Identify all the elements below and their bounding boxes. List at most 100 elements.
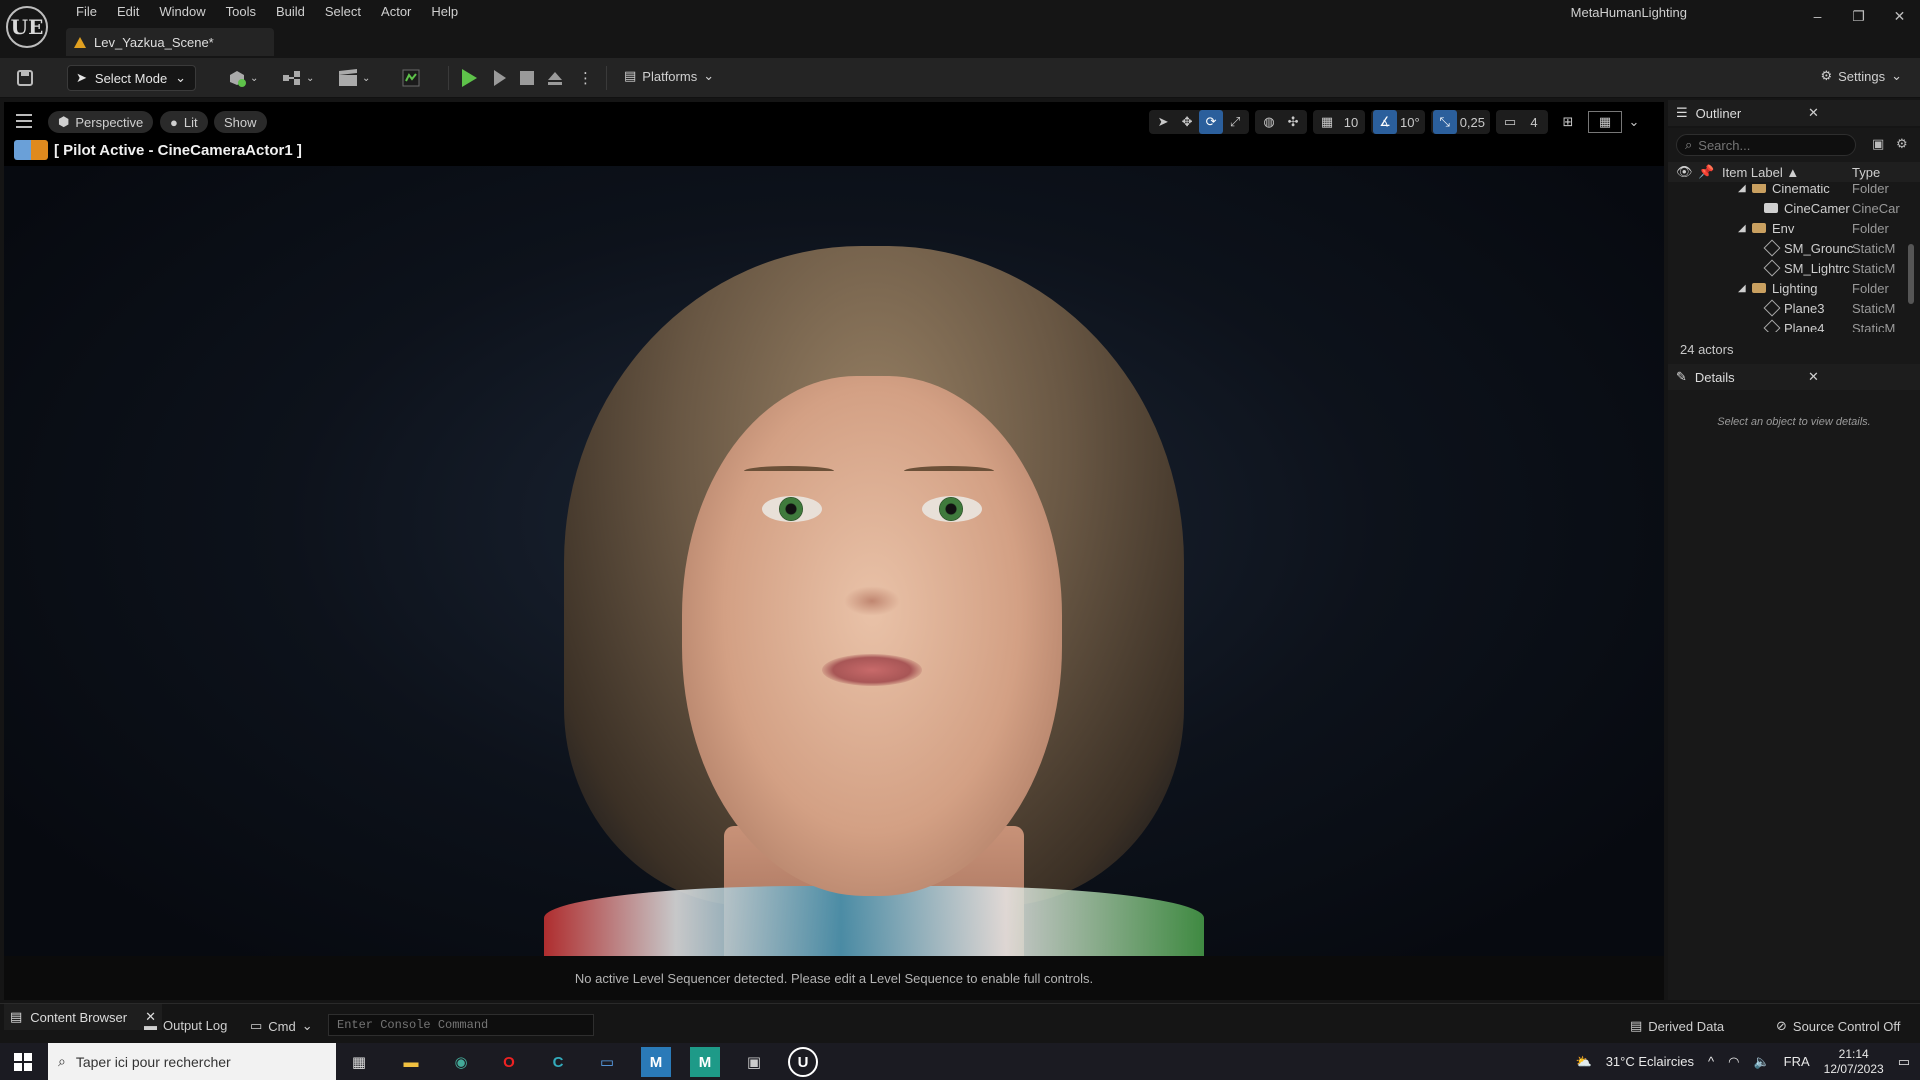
weather-label[interactable]: 31°C Eclaircies [1606,1054,1694,1069]
notification-icon[interactable]: ▭ [1898,1054,1910,1070]
pin-icon[interactable]: 📌 [1698,164,1714,180]
visibility-icon[interactable]: 👁 [1676,164,1693,180]
c-app-icon[interactable]: C [543,1047,573,1077]
pilot-camera-icon[interactable] [14,140,48,160]
task-view-icon[interactable]: ▦ [344,1047,374,1077]
console-command-input[interactable] [337,1018,587,1032]
viewport-menu-icon[interactable] [16,114,32,128]
network-icon[interactable]: ◠ [1728,1054,1739,1070]
tree-row[interactable]: ◢ Cinematic Folder [1668,184,1920,198]
derived-data-button[interactable]: ▤ Derived Data [1630,1018,1724,1034]
volume-icon[interactable]: 🔈 [1753,1054,1769,1070]
tree-row[interactable]: ◢ Env Folder [1668,218,1920,238]
rotate-tool-icon[interactable]: ⟳ [1199,110,1224,134]
restore-button[interactable]: ❐ [1838,0,1879,32]
chevron-down-icon[interactable]: ⌄ [1622,110,1646,134]
select-mode-dropdown[interactable]: ➤ Select Mode ⌄ [67,65,196,91]
expand-icon[interactable]: ◢ [1738,184,1746,194]
photos-app-icon[interactable]: ▣ [739,1047,769,1077]
menu-select[interactable]: Select [315,2,371,22]
type-column[interactable]: Type [1852,165,1880,180]
tree-row-label: Plane3 [1784,300,1825,316]
step-icon[interactable] [494,68,506,88]
settings-button[interactable]: ⚙ Settings ⌄ [1820,68,1902,84]
unreal-taskbar-icon[interactable]: U [788,1047,818,1077]
opera-icon[interactable]: O [494,1047,524,1077]
chevron-up-icon[interactable]: ^ [1708,1054,1714,1069]
outliner-search[interactable]: ⌕ [1676,134,1856,156]
tree-row[interactable]: SM_Lightrc StaticM [1668,258,1920,278]
menu-window[interactable]: Window [149,2,215,22]
stop-icon[interactable] [520,68,534,88]
add-actor-icon[interactable]: ⌄ [228,68,258,88]
unreal-logo[interactable]: UE [6,6,48,48]
outliner-tab[interactable]: ☰ Outliner ✕ [1668,100,1920,126]
chrome-icon[interactable]: ◉ [446,1047,476,1077]
gear-icon[interactable]: ⚙ [1896,136,1908,152]
metahuman-app-icon[interactable]: M [690,1047,720,1077]
add-folder-icon[interactable]: ▣ [1872,136,1884,152]
select-tool-icon[interactable]: ➤ [1151,110,1175,134]
tree-row[interactable]: CineCamer CineCar [1668,198,1920,218]
menu-file[interactable]: File [66,2,107,22]
camera-speed-value[interactable]: 4 [1522,110,1546,134]
minimize-button[interactable]: – [1797,0,1838,32]
platforms-button[interactable]: ▤ Platforms ⌄ [624,68,714,84]
window-app-icon[interactable]: ▭ [592,1047,622,1077]
windows-start-icon[interactable] [14,1053,32,1071]
save-icon[interactable] [16,68,34,88]
console-command-field[interactable] [328,1014,594,1036]
lit-button[interactable]: ● Lit [160,111,208,133]
show-button[interactable]: Show [214,111,267,133]
tree-row[interactable]: ◢ Lighting Folder [1668,278,1920,298]
outliner-scrollbar[interactable] [1908,244,1914,304]
menu-edit[interactable]: Edit [107,2,149,22]
layout-icon[interactable]: ▦ [1588,111,1622,133]
rotation-snap-value[interactable]: 10° [1397,110,1423,134]
perspective-button[interactable]: ⬢ Perspective [48,111,154,133]
close-icon[interactable]: ✕ [1808,369,1819,385]
level-tab[interactable]: Lev_Yazkua_Scene* [66,28,274,56]
outliner-search-input[interactable] [1698,137,1839,153]
scale-snap-icon[interactable]: ⤡ [1432,110,1457,134]
details-tab[interactable]: ✎ Details ✕ [1668,364,1920,390]
play-icon[interactable] [462,68,477,88]
scale-snap-value[interactable]: 0,25 [1457,110,1488,134]
modes-icon[interactable] [402,68,420,88]
menu-help[interactable]: Help [421,2,468,22]
item-label-column[interactable]: Item Label ▲ [1722,165,1799,180]
grid-snap-value[interactable]: 10 [1339,110,1363,134]
content-browser-tab[interactable]: ▤ Content Browser ✕ [4,1004,163,1030]
language-label[interactable]: FRA [1784,1054,1810,1069]
clock[interactable]: 21:14 12/07/2023 [1824,1047,1884,1077]
taskbar-search[interactable]: ⌕ Taper ici pour rechercher [48,1043,336,1080]
menu-actor[interactable]: Actor [371,2,421,22]
camera-speed-icon[interactable]: ▭ [1498,110,1522,134]
maximize-viewport-icon[interactable]: ⊞ [1556,110,1580,134]
surface-snap-icon[interactable]: ✣ [1281,110,1305,134]
expand-icon[interactable]: ◢ [1738,223,1746,234]
eject-icon[interactable] [546,68,564,88]
grid-snap-icon[interactable]: ▦ [1315,110,1339,134]
close-window-button[interactable]: ✕ [1879,0,1920,32]
tree-row[interactable]: Plane3 StaticM [1668,298,1920,318]
file-explorer-icon[interactable]: ▬ [396,1047,426,1077]
tree-row[interactable]: SM_Grounc StaticM [1668,238,1920,258]
menu-tools[interactable]: Tools [216,2,266,22]
scale-tool-icon[interactable]: ⤢ [1223,110,1247,134]
rotation-snap-icon[interactable]: ∡ [1373,110,1398,134]
cinematics-icon[interactable]: ⌄ [338,68,370,88]
close-icon[interactable]: ✕ [1808,105,1819,121]
mail-app-icon[interactable]: M [641,1047,671,1077]
output-log-button[interactable]: ▬ Output Log [144,1018,227,1033]
level-viewport[interactable]: ⬢ Perspective ● Lit Show [ Pilot Active … [4,102,1664,1000]
blueprint-icon[interactable]: ⌄ [282,68,314,88]
tree-row[interactable]: Plane4 StaticM [1668,318,1920,332]
world-space-icon[interactable]: ◍ [1257,110,1281,134]
source-control-button[interactable]: ⊘ Source Control Off [1776,1018,1900,1034]
more-options-icon[interactable]: ⋮ [578,68,593,88]
cmd-dropdown[interactable]: ▭ Cmd ⌄ [250,1018,313,1034]
menu-build[interactable]: Build [266,2,315,22]
expand-icon[interactable]: ◢ [1738,283,1746,294]
translate-tool-icon[interactable]: ✥ [1175,110,1199,134]
